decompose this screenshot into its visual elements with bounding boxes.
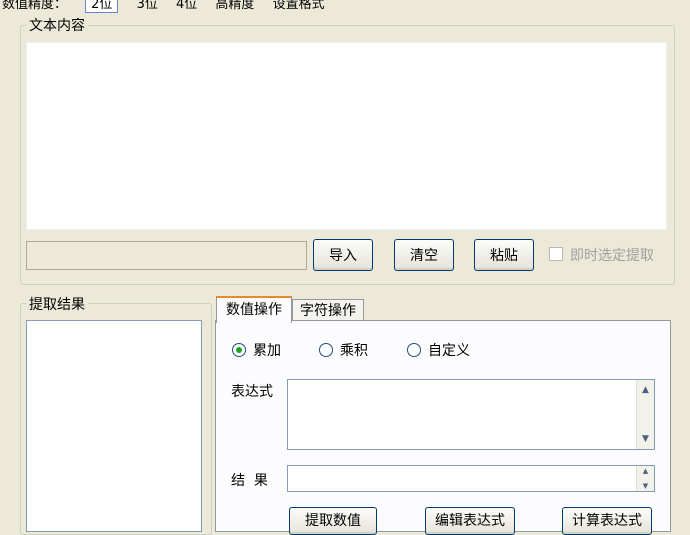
precision-label: 数值精度： [2,0,68,12]
extract-values-button[interactable]: 提取数值 [289,507,377,535]
paste-button[interactable]: 粘贴 [474,239,534,271]
radio-sum-label: 累加 [253,343,281,359]
result-list[interactable] [26,320,202,532]
radio-custom-label: 自定义 [428,343,470,359]
radio-product[interactable] [319,343,333,357]
expression-scrollbar[interactable]: ▲ ▼ [636,380,654,449]
text-content-area[interactable] [26,42,667,230]
file-path-field[interactable] [26,241,307,270]
precision-option-2[interactable]: 2位 [85,0,119,13]
expression-field[interactable]: ▲ ▼ [287,379,655,450]
import-button[interactable]: 导入 [313,239,373,271]
result-legend: 提取结果 [26,294,88,314]
instant-extract-label: 即时选定提取 [570,248,654,264]
tab-string-ops[interactable]: 字符操作 [292,299,364,322]
format-settings-link[interactable]: 设置格式 [273,0,325,12]
precision-option-4[interactable]: 4位 [176,0,197,12]
arrow-up-icon[interactable]: ▲ [637,385,654,395]
tab-numeric-ops[interactable]: 数值操作 [216,296,292,323]
result-label: 结 果 [231,473,268,489]
radio-sum[interactable] [232,343,246,357]
text-content-legend: 文本内容 [26,15,88,35]
precision-option-3[interactable]: 3位 [137,0,158,12]
edit-expression-button[interactable]: 编辑表达式 [425,507,515,535]
instant-extract-checkbox[interactable] [549,247,563,261]
calculate-expression-button[interactable]: 计算表达式 [562,507,652,535]
radio-custom[interactable] [407,343,421,357]
clear-button[interactable]: 清空 [394,239,454,271]
precision-option-high[interactable]: 高精度 [215,0,254,12]
arrow-up-icon[interactable]: ▲ [637,467,654,475]
result-scrollbar[interactable]: ▲ ▼ [636,466,654,491]
arrow-down-icon[interactable]: ▼ [637,434,654,444]
expression-label: 表达式 [231,384,273,400]
precision-toolbar: 数值精度： 2位 3位 4位 高精度 设置格式 [2,0,339,13]
arrow-down-icon[interactable]: ▼ [637,482,654,490]
radio-product-label: 乘积 [340,343,368,359]
result-field[interactable]: ▲ ▼ [287,465,655,492]
